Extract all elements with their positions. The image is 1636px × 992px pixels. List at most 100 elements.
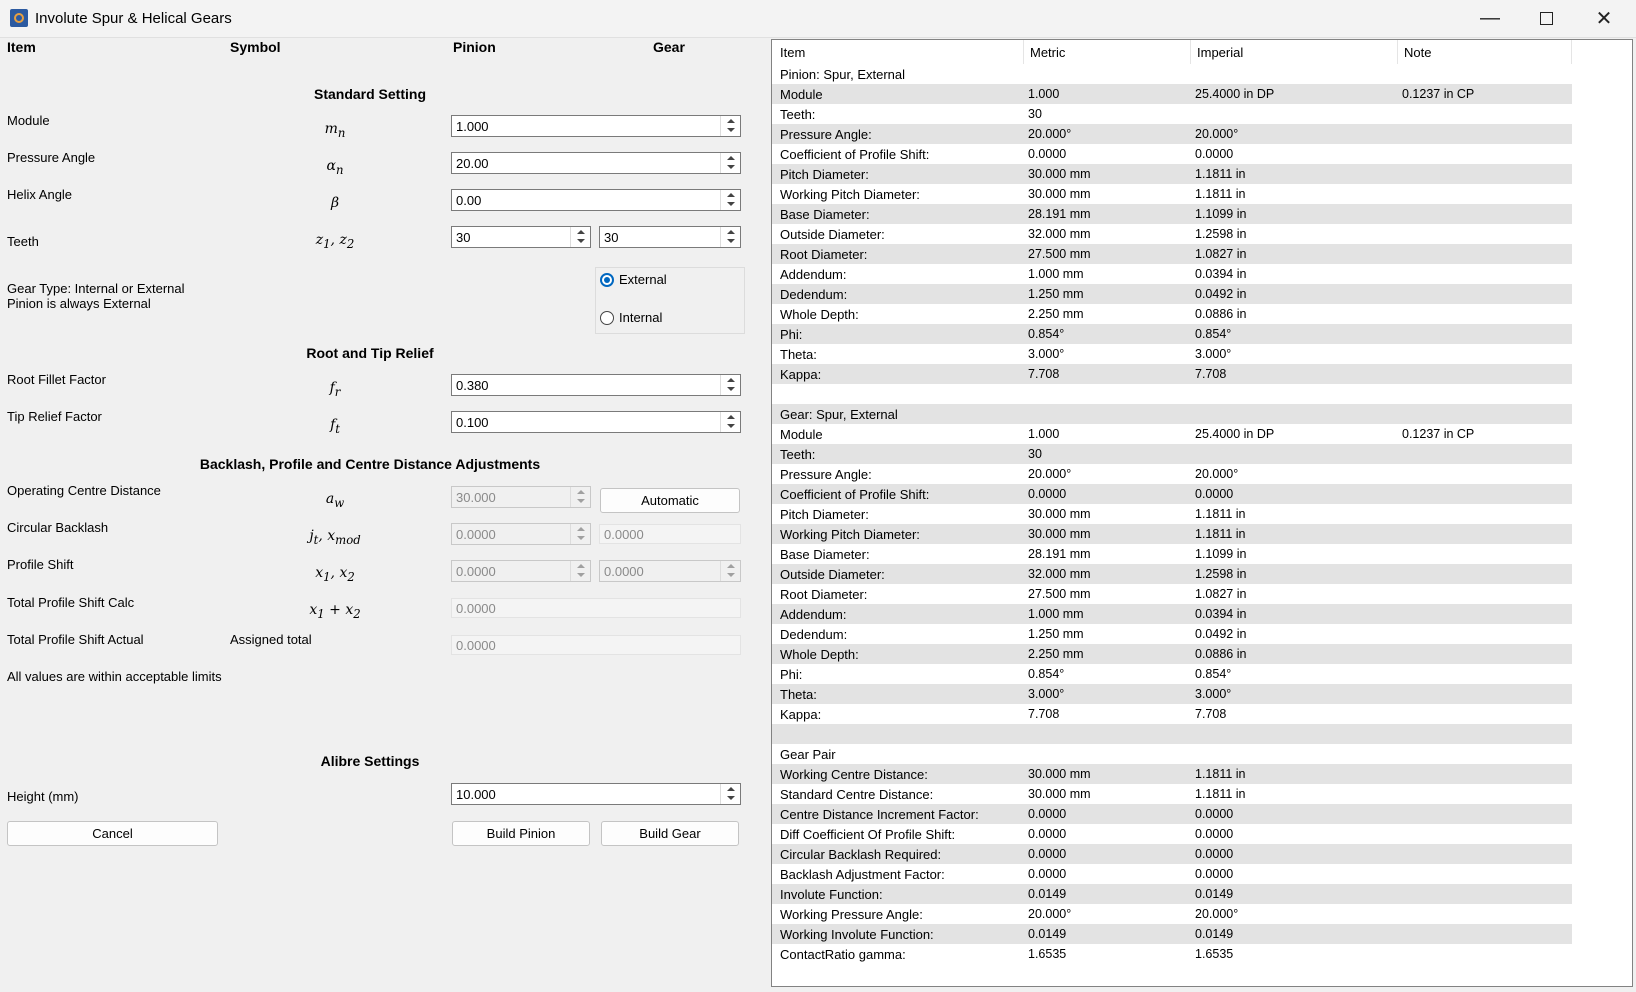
table-row[interactable]: Coefficient of Profile Shift: 0.0000 0.000…: [772, 144, 1572, 164]
minimize-button[interactable]: —: [1462, 0, 1518, 37]
table-row[interactable]: Dedendum: 1.250 mm 0.0492 in: [772, 284, 1572, 304]
table-row[interactable]: Dedendum: 1.250 mm 0.0492 in: [772, 624, 1572, 644]
pinion-profile-shift-spinner-arrows[interactable]: [570, 561, 590, 581]
table-cell: 28.191 mm: [1028, 207, 1091, 221]
table-row[interactable]: [772, 724, 1572, 744]
circular-backlash-spinner-arrows[interactable]: [570, 524, 590, 544]
table-row[interactable]: Root Diameter: 27.500 mm 1.0827 in: [772, 584, 1572, 604]
table-cell: 0.0000: [1028, 827, 1067, 841]
cancel-button[interactable]: Cancel: [7, 821, 218, 846]
root-fillet-spinner-arrows[interactable]: [720, 375, 740, 395]
table-row[interactable]: Base Diameter: 28.191 mm 1.1099 in: [772, 544, 1572, 564]
build-gear-button[interactable]: Build Gear: [601, 821, 739, 846]
table-cell: 20.000°: [1195, 127, 1239, 141]
table-row[interactable]: Addendum: 1.000 mm 0.0394 in: [772, 604, 1572, 624]
results-col-note[interactable]: Note: [1404, 45, 1431, 60]
table-row[interactable]: Working Pitch Diameter: 30.000 mm 1.1811 i…: [772, 184, 1572, 204]
gear-teeth-input[interactable]: 30: [599, 226, 741, 248]
centre-distance-spinner-arrows[interactable]: [570, 487, 590, 507]
module-input[interactable]: 1.000: [451, 115, 741, 137]
results-col-imperial[interactable]: Imperial: [1197, 45, 1243, 60]
table-row[interactable]: Working Centre Distance: 30.000 mm 1.1811 …: [772, 764, 1572, 784]
table-row[interactable]: ContactRatio gamma: 1.6535 1.6535: [772, 944, 1572, 964]
table-row[interactable]: Working Pressure Angle: 20.000° 20.000°: [772, 904, 1572, 924]
pinion-profile-shift-value: 0.0000: [456, 564, 496, 579]
table-row[interactable]: Involute Function: 0.0149 0.0149: [772, 884, 1572, 904]
centre-distance-input[interactable]: 30.000: [451, 486, 591, 508]
tip-relief-value: 0.100: [456, 415, 489, 430]
table-cell: 30.000 mm: [1028, 787, 1091, 801]
table-row[interactable]: Theta: 3.000° 3.000°: [772, 344, 1572, 364]
table-row[interactable]: Working Pitch Diameter: 30.000 mm 1.1811 i…: [772, 524, 1572, 544]
table-row[interactable]: Gear Pair: [772, 744, 1572, 764]
root-fillet-input[interactable]: 0.380: [451, 374, 741, 396]
table-row[interactable]: Addendum: 1.000 mm 0.0394 in: [772, 264, 1572, 284]
table-row[interactable]: Standard Centre Distance: 30.000 mm 1.1811…: [772, 784, 1572, 804]
tip-relief-label: Tip Relief Factor: [7, 409, 102, 424]
table-cell: Pitch Diameter:: [780, 507, 869, 522]
table-row[interactable]: Base Diameter: 28.191 mm 1.1099 in: [772, 204, 1572, 224]
gear-teeth-spinner-arrows[interactable]: [720, 227, 740, 247]
external-radio-option[interactable]: External: [600, 272, 667, 287]
table-row[interactable]: Outside Diameter: 32.000 mm 1.2598 in: [772, 224, 1572, 244]
internal-radio[interactable]: [600, 310, 614, 325]
table-row[interactable]: Outside Diameter: 32.000 mm 1.2598 in: [772, 564, 1572, 584]
table-row[interactable]: Phi: 0.854° 0.854°: [772, 664, 1572, 684]
x-mod-readout: 0.0000: [599, 524, 741, 544]
table-row[interactable]: Working Involute Function: 0.0149 0.0149: [772, 924, 1572, 944]
table-row[interactable]: Root Diameter: 27.500 mm 1.0827 in: [772, 244, 1572, 264]
table-row[interactable]: Kappa: 7.708 7.708: [772, 364, 1572, 384]
automatic-button[interactable]: Automatic: [600, 488, 740, 513]
table-row[interactable]: Phi: 0.854° 0.854°: [772, 324, 1572, 344]
results-col-metric[interactable]: Metric: [1030, 45, 1065, 60]
table-row[interactable]: Pressure Angle: 20.000° 20.000°: [772, 464, 1572, 484]
pinion-profile-shift-input[interactable]: 0.0000: [451, 560, 591, 582]
table-row[interactable]: Teeth: 30: [772, 104, 1572, 124]
circular-backlash-input[interactable]: 0.0000: [451, 523, 591, 545]
table-row[interactable]: Kappa: 7.708 7.708: [772, 704, 1572, 724]
table-row[interactable]: Pressure Angle: 20.000° 20.000°: [772, 124, 1572, 144]
results-col-item[interactable]: Item: [780, 45, 805, 60]
table-row[interactable]: Coefficient of Profile Shift: 0.0000 0.000…: [772, 484, 1572, 504]
internal-radio-option[interactable]: Internal: [600, 310, 662, 325]
gear-profile-shift-input[interactable]: 0.0000: [599, 560, 741, 582]
table-row[interactable]: Centre Distance Increment Factor: 0.0000 0…: [772, 804, 1572, 824]
table-row[interactable]: Diff Coefficient Of Profile Shift: 0.0000…: [772, 824, 1572, 844]
gear-profile-shift-spinner-arrows[interactable]: [720, 561, 740, 581]
maximize-button[interactable]: [1518, 0, 1574, 37]
pressure-angle-input[interactable]: 20.00: [451, 152, 741, 174]
results-list[interactable]: Item Metric Imperial Note Pinion: Spur, …: [771, 39, 1633, 987]
table-row[interactable]: Theta: 3.000° 3.000°: [772, 684, 1572, 704]
pinion-teeth-spinner-arrows[interactable]: [570, 227, 590, 247]
table-row[interactable]: Pitch Diameter: 30.000 mm 1.1811 in: [772, 164, 1572, 184]
table-row[interactable]: Module 1.000 25.4000 in DP 0.1237 in CP: [772, 84, 1572, 104]
table-cell: 0.1237 in CP: [1402, 427, 1475, 441]
table-row[interactable]: Teeth: 30: [772, 444, 1572, 464]
pressure-angle-spinner-arrows[interactable]: [720, 153, 740, 173]
tip-relief-input[interactable]: 0.100: [451, 411, 741, 433]
module-spinner-arrows[interactable]: [720, 116, 740, 136]
table-row[interactable]: Pinion: Spur, External: [772, 64, 1572, 84]
table-row[interactable]: Module 1.000 25.4000 in DP 0.1237 in CP: [772, 424, 1572, 444]
height-input[interactable]: 10.000: [451, 783, 741, 805]
helix-angle-input[interactable]: 0.00: [451, 189, 741, 211]
table-row[interactable]: Pitch Diameter: 30.000 mm 1.1811 in: [772, 504, 1572, 524]
table-row[interactable]: Whole Depth: 2.250 mm 0.0886 in: [772, 644, 1572, 664]
table-cell: 0.0492 in: [1195, 627, 1247, 641]
helix-angle-spinner-arrows[interactable]: [720, 190, 740, 210]
table-cell: 0.0000: [1028, 847, 1067, 861]
table-cell: 0.0492 in: [1195, 287, 1247, 301]
pinion-teeth-input[interactable]: 30: [451, 226, 591, 248]
tip-relief-spinner-arrows[interactable]: [720, 412, 740, 432]
table-row[interactable]: [772, 384, 1572, 404]
table-cell: Whole Depth:: [780, 307, 859, 322]
build-pinion-button[interactable]: Build Pinion: [452, 821, 590, 846]
table-row[interactable]: Gear: Spur, External: [772, 404, 1572, 424]
table-cell: Gear Pair: [780, 747, 836, 762]
height-spinner-arrows[interactable]: [720, 784, 740, 804]
close-button[interactable]: ✕: [1576, 0, 1632, 37]
table-row[interactable]: Circular Backlash Required: 0.0000 0.0000: [772, 844, 1572, 864]
table-row[interactable]: Whole Depth: 2.250 mm 0.0886 in: [772, 304, 1572, 324]
table-row[interactable]: Backlash Adjustment Factor: 0.0000 0.0000: [772, 864, 1572, 884]
external-radio[interactable]: [600, 272, 614, 287]
